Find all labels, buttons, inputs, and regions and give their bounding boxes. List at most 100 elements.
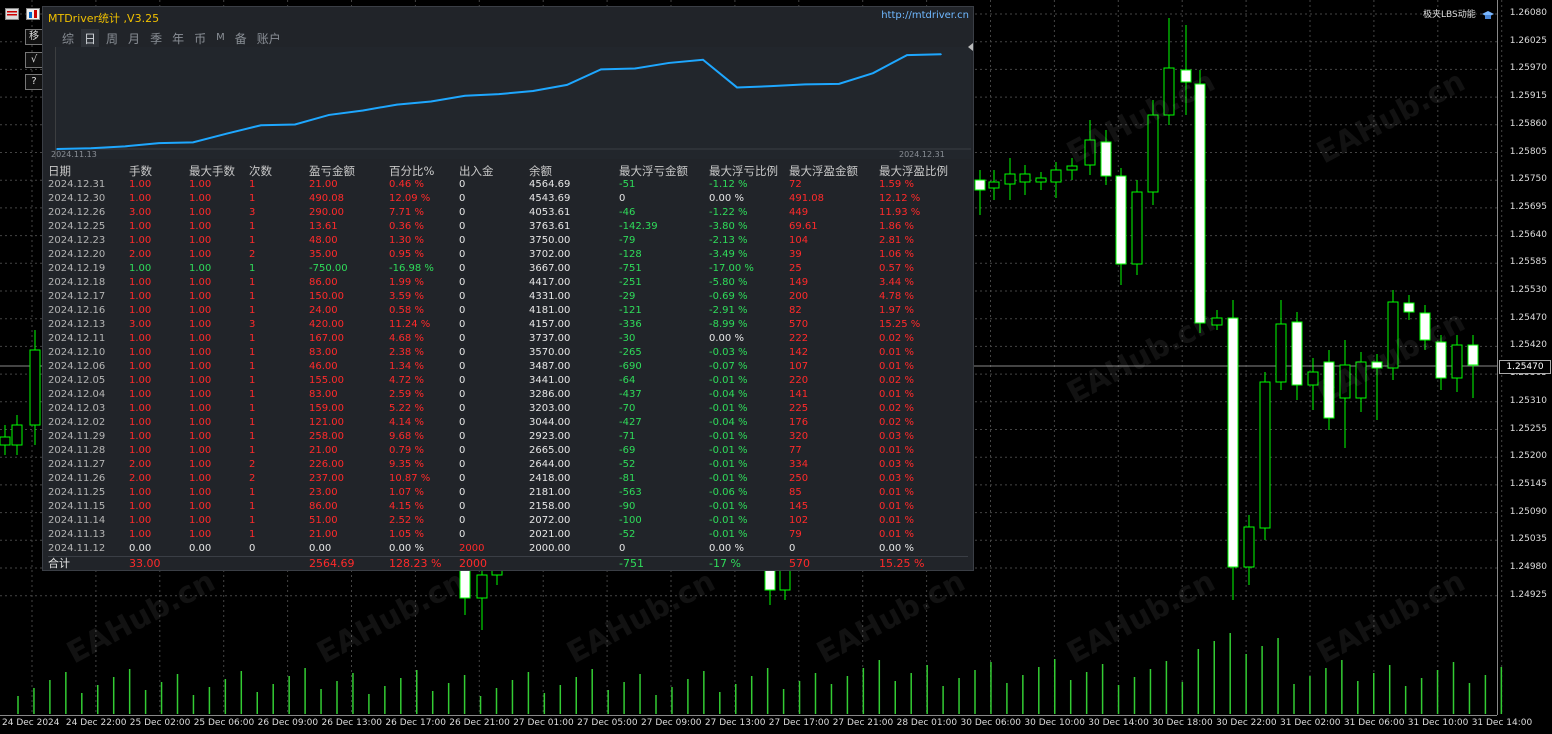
table-cell: 2024.12.31: [48, 179, 106, 190]
table-cell: -69: [619, 445, 636, 456]
table-cell: 1.00: [189, 333, 212, 344]
table-cell: 3.00: [129, 319, 152, 330]
check-button[interactable]: √: [25, 52, 43, 68]
table-cell: 2024.12.03: [48, 403, 106, 414]
table-cell: 1: [249, 221, 256, 232]
table-cell: 2665.00: [529, 445, 571, 456]
move-button[interactable]: 移: [25, 29, 43, 45]
tab-2[interactable]: 周: [103, 29, 121, 48]
table-cell: 2024.12.18: [48, 277, 106, 288]
price-tick-label: 1.25915: [1509, 91, 1547, 102]
column-header[interactable]: 最大手数: [189, 164, 235, 178]
table-cell: 2024.11.26: [48, 473, 106, 484]
summary-max-fp-pct: 15.25 %: [879, 557, 925, 570]
price-tick-label: 1.25805: [1509, 146, 1547, 157]
table-cell: 490.08: [309, 193, 344, 204]
table-cell: 0: [459, 403, 466, 414]
table-cell: 1.00: [189, 529, 212, 540]
balance-line: [56, 53, 942, 150]
candle-body: [1227, 317, 1239, 568]
column-header[interactable]: 最大浮亏金额: [619, 164, 688, 178]
candle-body: [476, 574, 488, 599]
table-cell: 2024.11.25: [48, 487, 106, 498]
price-tick-label: 1.25640: [1509, 229, 1547, 240]
tab-9[interactable]: 账户: [254, 29, 284, 48]
candle-body: [974, 179, 986, 191]
table-cell: 0.01 %: [879, 361, 914, 372]
table-cell: 0: [459, 277, 466, 288]
chart-icon[interactable]: [26, 5, 40, 20]
table-cell: 1.00: [189, 515, 212, 526]
column-header[interactable]: 日期: [48, 164, 71, 178]
time-tick-label: 26 Dec 17:00: [385, 718, 446, 728]
tab-5[interactable]: 年: [169, 29, 187, 48]
column-header[interactable]: 手数: [129, 164, 152, 178]
summary-lots: 33.00: [129, 557, 161, 570]
summary-row: 合计 33.00 2564.69 128.23 % 2000 -751 -17 % 570 15…: [48, 556, 968, 571]
panel-title: MTDriver统计 ,V3.25: [48, 12, 160, 25]
table-cell: 0: [459, 263, 466, 274]
table-cell: 2.00: [129, 459, 152, 470]
period-tabs: 综日周月季年币 M 备账户: [59, 29, 284, 48]
table-cell: 2072.00: [529, 515, 571, 526]
tab-1[interactable]: 日: [81, 29, 100, 48]
column-header[interactable]: 次数: [249, 164, 272, 178]
candle-body: [1435, 341, 1447, 379]
tab-3[interactable]: 月: [125, 29, 143, 48]
table-cell: -81: [619, 473, 636, 484]
table-cell: 1.97 %: [879, 305, 914, 316]
table-cell: -71: [619, 431, 636, 442]
window-menu-icon[interactable]: [5, 5, 19, 20]
column-header[interactable]: 余额: [529, 164, 552, 178]
table-cell: 0.00: [309, 543, 332, 554]
candle-body: [1115, 175, 1127, 265]
summary-max-dd-pct: -17 %: [709, 557, 741, 570]
tab-7[interactable]: M: [213, 29, 228, 48]
table-cell: 0: [459, 305, 466, 316]
website-link[interactable]: http://mtdriver.cn: [881, 10, 969, 21]
balance-point: [464, 94, 466, 97]
time-tick-label: 27 Dec 09:00: [641, 718, 702, 728]
column-header[interactable]: 最大浮盈金额: [789, 164, 858, 178]
table-cell: 3441.00: [529, 375, 571, 386]
table-cell: -64: [619, 375, 636, 386]
column-header[interactable]: 最大浮盈比例: [879, 164, 948, 178]
time-tick-label: 25 Dec 02:00: [129, 718, 191, 728]
table-cell: 1.00: [129, 291, 152, 302]
time-tick-label: 24 Dec 22:00: [65, 718, 127, 728]
balance-point: [396, 103, 398, 106]
table-row: 2024.12.17 1.00 1.00 1 150.00 3.59 % 0 4331.00 -…: [48, 290, 968, 304]
candle-body: [1035, 177, 1047, 183]
help-button[interactable]: ?: [25, 74, 43, 90]
table-cell: -0.03 %: [709, 347, 748, 358]
table-cell: -128: [619, 249, 642, 260]
tab-8[interactable]: 备: [232, 29, 250, 48]
balance-point: [770, 85, 772, 87]
table-cell: 0.00 %: [709, 193, 744, 204]
column-header[interactable]: 出入金: [459, 164, 494, 178]
table-cell: 1.00: [189, 305, 212, 316]
table-cell: 0.00: [189, 543, 212, 554]
table-row: 2024.11.12 0.00 0.00 0 0.00 0.00 % 2000 2000.00…: [48, 542, 968, 556]
panel-arrow-icon[interactable]: [968, 43, 973, 51]
table-row: 2024.12.26 3.00 1.00 3 290.00 7.71 % 0 4053.61 -…: [48, 206, 968, 220]
column-header[interactable]: 最大浮亏比例: [709, 164, 778, 178]
column-header[interactable]: 百分比%: [389, 164, 434, 178]
table-cell: -70: [619, 403, 636, 414]
table-cell: 2.52 %: [389, 515, 424, 526]
table-cell: 0: [789, 543, 796, 554]
column-header[interactable]: 盈亏金额: [309, 164, 355, 178]
table-cell: 2024.12.25: [48, 221, 106, 232]
table-cell: 1.00: [189, 249, 212, 260]
table-cell: 0: [459, 515, 466, 526]
table-cell: 149: [789, 277, 809, 288]
tab-0[interactable]: 综: [59, 29, 77, 48]
tab-4[interactable]: 季: [147, 29, 165, 48]
table-cell: 0.36 %: [389, 221, 424, 232]
tab-6[interactable]: 币: [191, 29, 209, 48]
table-cell: 21.00: [309, 529, 338, 540]
table-cell: 250: [789, 473, 809, 484]
table-cell: 1.00: [189, 263, 212, 274]
price-tick-label: 1.25585: [1509, 257, 1547, 268]
stats-panel[interactable]: MTDriver统计 ,V3.25 http://mtdriver.cn 综日周…: [42, 6, 974, 571]
